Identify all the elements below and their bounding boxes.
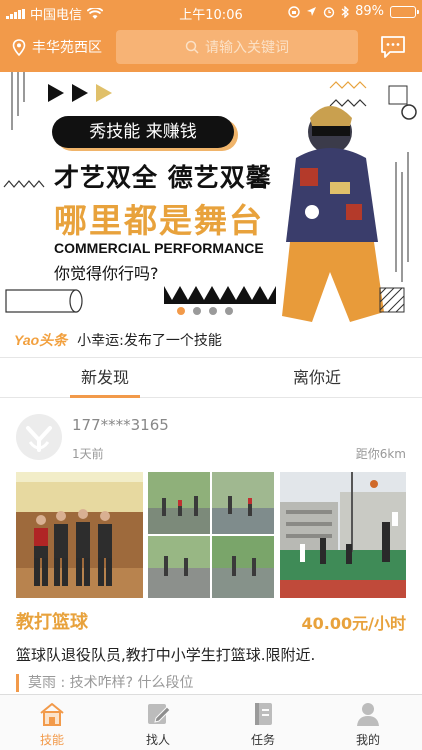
battery-percent: 89% bbox=[355, 4, 384, 19]
home-icon bbox=[40, 703, 64, 726]
location-pin-icon bbox=[12, 38, 26, 56]
nav-skills-label: 技能 bbox=[39, 733, 64, 747]
nav-tasks[interactable]: 任务 bbox=[233, 701, 293, 748]
basketball-court-collage bbox=[148, 472, 274, 598]
post-skill-title[interactable]: 教打篮球 bbox=[16, 608, 88, 634]
location-arrow-icon bbox=[307, 7, 317, 16]
battery-icon bbox=[390, 5, 419, 18]
carousel-dot[interactable] bbox=[209, 307, 217, 315]
search-placeholder: 请输入关键词 bbox=[205, 40, 289, 56]
post-username[interactable]: 177****3165 bbox=[72, 416, 169, 434]
status-bar: 中国电信 上午10:06 89% bbox=[0, 0, 422, 24]
banner-question: 你觉得你行吗? bbox=[54, 264, 159, 283]
post-price: 40.00元/小时 bbox=[301, 614, 406, 633]
carousel-dot[interactable] bbox=[193, 307, 201, 315]
nav-tasks-label: 任务 bbox=[250, 733, 275, 747]
nav-find-people-label: 找人 bbox=[145, 733, 170, 747]
top-header: 丰华苑西区 请输入关键词 bbox=[0, 24, 422, 72]
carousel-dot[interactable] bbox=[225, 307, 233, 315]
tab-nearby[interactable]: 离你近 bbox=[284, 358, 350, 398]
location-selector[interactable]: 丰华苑西区 bbox=[12, 37, 102, 57]
banner-headline: 才艺双全 德艺双馨 bbox=[54, 163, 272, 192]
post-distance: 距你6km bbox=[355, 447, 406, 461]
outdoor-court-photo bbox=[280, 472, 406, 598]
news-ticker[interactable]: Yao头条 小幸运:发布了一个技能 bbox=[0, 322, 422, 358]
banner-english: COMMERCIAL PERFORMANCE bbox=[54, 240, 264, 256]
orientation-lock-icon bbox=[288, 5, 300, 18]
search-icon bbox=[185, 40, 199, 54]
skill-post-card[interactable]: 177****3165 1天前 距你6km 教打篮球 40.00元/小时 篮球队… bbox=[0, 398, 422, 692]
bottom-navigation: 技能 找人 任务 我的 bbox=[0, 694, 422, 750]
alarm-icon bbox=[323, 6, 335, 18]
default-avatar-icon bbox=[26, 426, 52, 452]
carousel-dot[interactable] bbox=[177, 307, 185, 315]
post-photo-3[interactable] bbox=[280, 472, 406, 598]
nav-mine-label: 我的 bbox=[355, 733, 380, 747]
bluetooth-icon bbox=[341, 5, 350, 18]
book-icon bbox=[255, 703, 272, 725]
location-label: 丰华苑西区 bbox=[32, 40, 102, 56]
basketball-team-photo bbox=[16, 472, 143, 598]
post-photo-1[interactable] bbox=[16, 472, 143, 598]
nav-skills[interactable]: 技能 bbox=[22, 701, 82, 748]
ticker-brand-logo: Yao头条 bbox=[14, 331, 68, 348]
promo-banner[interactable]: 秀技能 来赚钱 才艺双全 德艺双馨 哪里都是舞台 COMMERCIAL PERF… bbox=[0, 72, 422, 322]
ticker-text: 小幸运:发布了一个技能 bbox=[77, 332, 222, 349]
avatar[interactable] bbox=[16, 414, 62, 460]
edit-icon bbox=[148, 704, 171, 724]
banner-tag: 秀技能 来赚钱 bbox=[52, 116, 234, 148]
post-comment[interactable]: 莫雨 : 技术咋样? 什么段位 bbox=[16, 674, 194, 692]
post-photo-2[interactable] bbox=[148, 472, 274, 598]
carousel-dots[interactable] bbox=[177, 307, 233, 315]
message-icon[interactable] bbox=[380, 35, 406, 59]
tab-new-discoveries[interactable]: 新发现 bbox=[70, 358, 140, 398]
nav-mine[interactable]: 我的 bbox=[338, 701, 398, 748]
post-time: 1天前 bbox=[72, 447, 104, 461]
banner-subheadline: 哪里都是舞台 bbox=[54, 201, 264, 240]
nav-find-people[interactable]: 找人 bbox=[128, 701, 188, 748]
user-icon bbox=[357, 703, 379, 726]
feed-tabs: 新发现 离你近 bbox=[0, 358, 422, 398]
post-description: 篮球队退役队员,教打中小学生打篮球.限附近. bbox=[16, 646, 316, 664]
search-input[interactable]: 请输入关键词 bbox=[116, 30, 358, 64]
